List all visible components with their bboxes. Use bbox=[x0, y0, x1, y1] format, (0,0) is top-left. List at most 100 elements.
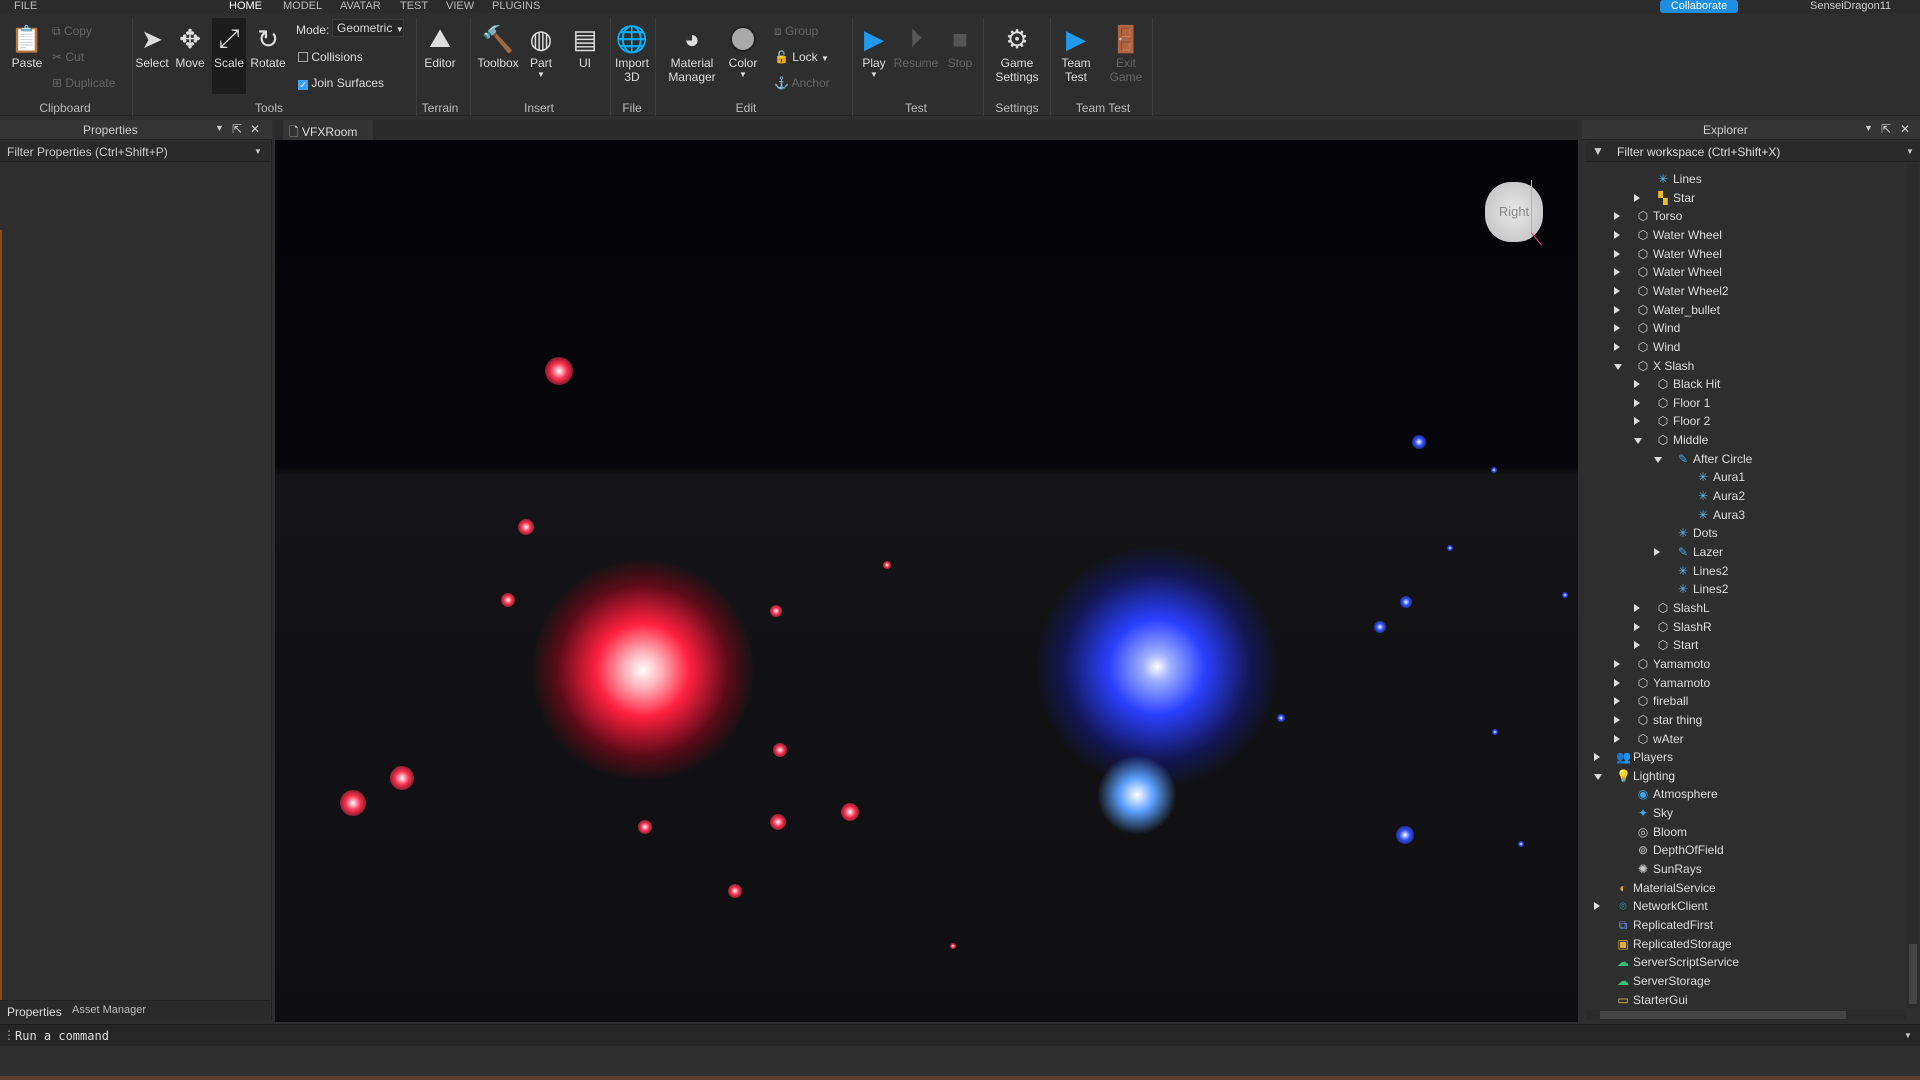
expand-arrow-right-icon[interactable] bbox=[1614, 249, 1620, 258]
tree-item[interactable]: ⬡ Water_bullet bbox=[1582, 301, 1902, 319]
tree-item[interactable]: ⬡ star thing bbox=[1582, 711, 1902, 729]
tree-item[interactable]: ⬡ Water Wheel bbox=[1582, 226, 1902, 244]
expand-arrow-right-icon[interactable] bbox=[1614, 715, 1620, 724]
expand-arrow-right-icon[interactable] bbox=[1634, 380, 1640, 389]
tree-item[interactable]: ◎ Bloom bbox=[1582, 823, 1902, 841]
expand-arrow-down-icon[interactable] bbox=[1654, 456, 1662, 463]
import-3d-button[interactable]: 🌐 Import 3D bbox=[609, 22, 655, 85]
expand-arrow-right-icon[interactable] bbox=[1634, 622, 1640, 631]
color-button[interactable]: Color ▼ bbox=[720, 22, 766, 79]
tree-item[interactable]: ☁ ServerStorage bbox=[1582, 972, 1902, 990]
duplicate-button[interactable]: ⊞ Duplicate bbox=[52, 76, 115, 90]
expand-arrow-right-icon[interactable] bbox=[1634, 641, 1640, 650]
tree-item[interactable]: ⬡ Water Wheel bbox=[1582, 245, 1902, 263]
tab-asset-manager[interactable]: Asset Manager bbox=[72, 1004, 146, 1016]
tree-item[interactable]: ⧉ ReplicatedFirst bbox=[1582, 916, 1902, 934]
group-button[interactable]: ⧈ Group bbox=[774, 24, 818, 39]
scrollbar-thumb[interactable] bbox=[1909, 944, 1917, 1004]
expand-arrow-right-icon[interactable] bbox=[1634, 398, 1640, 407]
expand-arrow-right-icon[interactable] bbox=[1614, 697, 1620, 706]
expand-arrow-right-icon[interactable] bbox=[1614, 268, 1620, 277]
tree-item[interactable]: ▚ Star bbox=[1582, 189, 1902, 207]
tree-item[interactable]: ✳ Lines2 bbox=[1582, 562, 1902, 580]
part-button[interactable]: ◍ Part ▼ bbox=[518, 22, 564, 80]
tree-item[interactable]: ▭ StarterGui bbox=[1582, 991, 1902, 1008]
tree-item[interactable]: ◐ MaterialService bbox=[1582, 879, 1902, 897]
undock-icon[interactable]: ⇱ bbox=[1881, 122, 1891, 136]
expand-arrow-right-icon[interactable] bbox=[1614, 305, 1620, 314]
menu-plugins[interactable]: PLUGINS bbox=[492, 0, 540, 12]
menu-avatar[interactable]: AVATAR bbox=[340, 0, 381, 12]
menu-test[interactable]: TEST bbox=[400, 0, 428, 12]
join-surfaces-checkbox[interactable]: ✓ Join Surfaces bbox=[298, 76, 384, 90]
tree-item[interactable]: ⬡ Yamamoto bbox=[1582, 655, 1902, 673]
resume-button[interactable]: ⏵ Resume bbox=[893, 22, 939, 70]
close-icon[interactable]: ✕ bbox=[1900, 122, 1910, 136]
tree-item[interactable]: ⬡ Floor 2 bbox=[1582, 412, 1902, 430]
tree-item[interactable]: ⬡ wAter bbox=[1582, 730, 1902, 748]
collisions-checkbox[interactable]: Collisions bbox=[298, 50, 363, 64]
team-test-button[interactable]: ▶ Team Test bbox=[1053, 22, 1099, 85]
menu-home[interactable]: HOME bbox=[229, 0, 262, 12]
user-name[interactable]: SenseiDragon11 bbox=[1810, 0, 1891, 12]
tree-item[interactable]: ⬡ Wind bbox=[1582, 338, 1902, 356]
exit-game-button[interactable]: 🚪 Exit Game bbox=[1103, 22, 1149, 85]
lock-button[interactable]: 🔓 Lock ▼ bbox=[774, 50, 829, 64]
scrollbar-thumb[interactable] bbox=[1600, 1011, 1846, 1019]
tree-item[interactable]: ⬡ Floor 1 bbox=[1582, 394, 1902, 412]
tree-item[interactable]: ✳ Dots bbox=[1582, 524, 1902, 542]
expand-arrow-right-icon[interactable] bbox=[1614, 286, 1620, 295]
expand-arrow-right-icon[interactable] bbox=[1634, 603, 1640, 612]
expand-arrow-right-icon[interactable] bbox=[1654, 548, 1660, 556]
tree-item[interactable]: ⬡ fireball bbox=[1582, 692, 1902, 710]
tree-item[interactable]: ✎ After Circle bbox=[1582, 450, 1902, 468]
move-tool[interactable]: ✥ Move bbox=[167, 22, 213, 71]
tree-item[interactable]: ⬡ Wind bbox=[1582, 319, 1902, 337]
expand-arrow-right-icon[interactable] bbox=[1614, 342, 1620, 351]
cut-button[interactable]: ✂ Cut bbox=[52, 50, 84, 64]
expand-arrow-right-icon[interactable] bbox=[1614, 230, 1620, 239]
command-input[interactable]: Run a command bbox=[15, 1029, 109, 1043]
expand-arrow-right-icon[interactable] bbox=[1614, 678, 1620, 687]
tree-item[interactable]: ⌾ NetworkClient bbox=[1582, 897, 1902, 915]
expand-arrow-right-icon[interactable] bbox=[1614, 659, 1620, 668]
chevron-down-icon[interactable]: ▼ bbox=[1864, 123, 1873, 133]
collaborate-button[interactable]: Collaborate bbox=[1660, 0, 1738, 13]
tree-item[interactable]: ✦ Sky bbox=[1582, 804, 1902, 822]
tree-item[interactable]: ⬡ SlashL bbox=[1582, 599, 1902, 617]
game-settings-button[interactable]: ⚙ Game Settings bbox=[989, 22, 1045, 85]
menu-view[interactable]: VIEW bbox=[446, 0, 474, 12]
expand-arrow-right-icon[interactable] bbox=[1594, 902, 1600, 911]
tree-item[interactable]: ⬡ X Slash bbox=[1582, 357, 1902, 375]
filter-icon[interactable]: ▼ bbox=[1592, 144, 1604, 158]
drag-handle-icon[interactable]: ⋮ bbox=[3, 1028, 15, 1042]
tree-item[interactable]: ⬡ SlashR bbox=[1582, 618, 1902, 636]
tree-item[interactable]: ✳ Lines2 bbox=[1582, 580, 1902, 598]
tab-properties[interactable]: Properties bbox=[7, 1005, 62, 1019]
horizontal-scrollbar[interactable] bbox=[1586, 1010, 1906, 1020]
tab-vfxroom[interactable]: 🗋 VFXRoom ✕ bbox=[283, 120, 373, 160]
scale-tool[interactable]: ⤢ Scale bbox=[212, 18, 246, 94]
chevron-down-icon[interactable]: ▼ bbox=[215, 123, 224, 133]
tree-item[interactable]: ✳ Aura1 bbox=[1582, 468, 1902, 486]
toolbox-button[interactable]: 🔨 Toolbox bbox=[475, 22, 521, 71]
tree-item[interactable]: ⬡ Yamamoto bbox=[1582, 674, 1902, 692]
tree-item[interactable]: ✎ Lazer bbox=[1582, 543, 1902, 561]
expand-arrow-down-icon[interactable] bbox=[1634, 438, 1642, 445]
tree-item[interactable]: 💡 Lighting bbox=[1582, 767, 1902, 785]
undock-icon[interactable]: ⇱ bbox=[232, 122, 242, 136]
mode-dropdown[interactable]: Geometric ▼ bbox=[332, 19, 404, 37]
tree-item[interactable]: ⬡ Water Wheel bbox=[1582, 263, 1902, 281]
play-button[interactable]: ▶ Play ▼ bbox=[851, 22, 897, 80]
expand-arrow-down-icon[interactable] bbox=[1594, 773, 1602, 780]
tree-item[interactable]: ⬡ Black Hit bbox=[1582, 375, 1902, 393]
paste-button[interactable]: 📋 Paste bbox=[4, 22, 50, 71]
expand-arrow-right-icon[interactable] bbox=[1614, 734, 1620, 743]
tree-item[interactable]: ◉ Atmosphere bbox=[1582, 785, 1902, 803]
expand-arrow-right-icon[interactable] bbox=[1634, 417, 1640, 426]
chevron-down-icon[interactable]: ▼ bbox=[254, 147, 262, 156]
rotate-tool[interactable]: ↻ Rotate bbox=[245, 22, 291, 71]
copy-button[interactable]: ⧉ Copy bbox=[52, 24, 92, 39]
anchor-button[interactable]: ⚓ Anchor bbox=[774, 76, 830, 90]
tree-item[interactable]: ✳ Lines bbox=[1582, 170, 1902, 188]
